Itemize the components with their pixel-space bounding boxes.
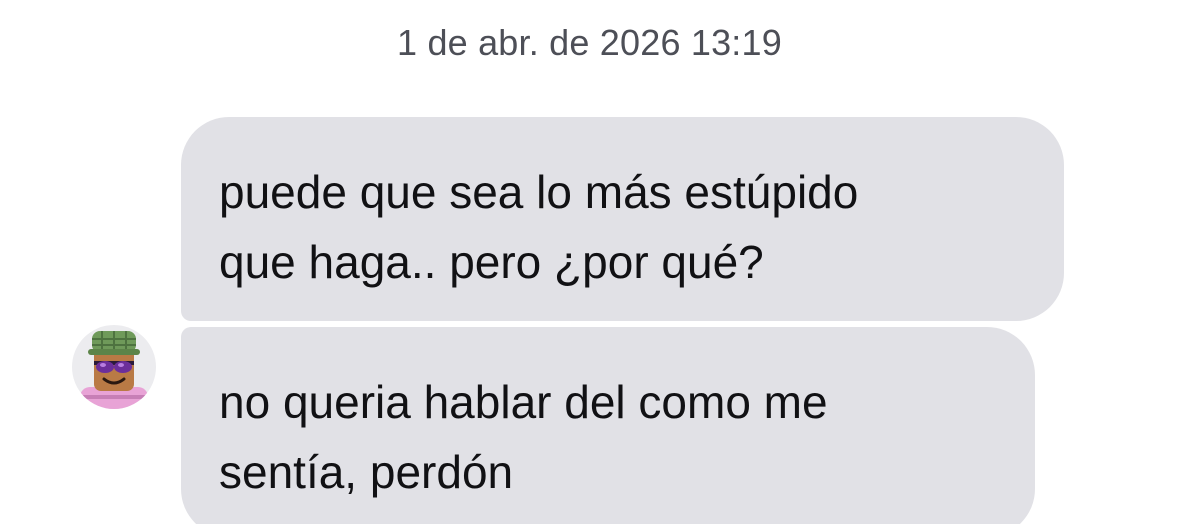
message-text-line: puede que sea lo más estúpido [219,166,859,218]
message-text-line: que haga.. pero ¿por qué? [219,236,764,288]
message-bubble[interactable]: no queria hablar del como me sentía, per… [181,327,1035,524]
message-text-line: sentía, perdón [219,446,514,498]
sender-avatar[interactable] [72,325,156,409]
message-bubble[interactable]: puede que sea lo más estúpido que haga..… [181,117,1064,321]
message-text-line: no queria hablar del como me [219,376,828,428]
roblox-avatar-icon [80,331,148,409]
message-timestamp: 1 de abr. de 2026 13:19 [397,22,782,63]
